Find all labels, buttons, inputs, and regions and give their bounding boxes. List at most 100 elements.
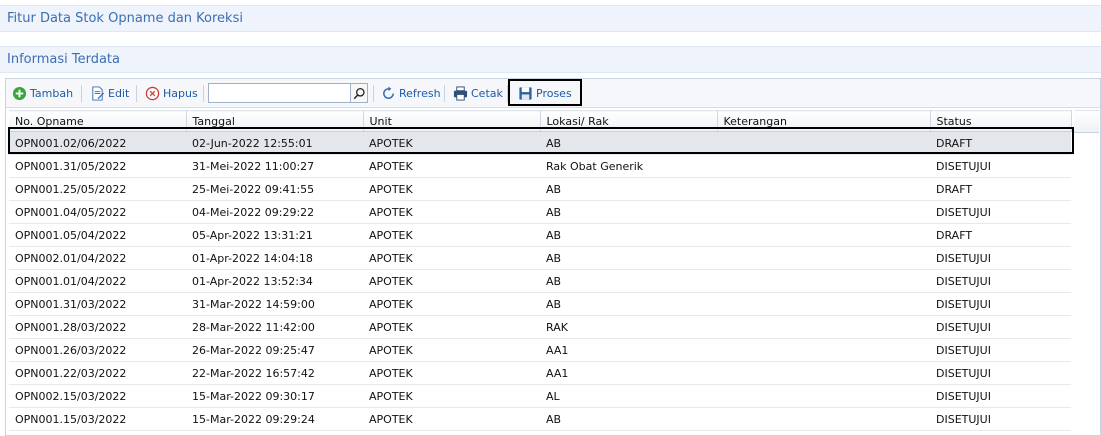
search-input[interactable] — [208, 83, 351, 103]
table-cell: 22-Mar-2022 16:57:42 — [186, 361, 363, 385]
table-cell: AL — [540, 384, 717, 408]
table-cell: AB — [540, 223, 717, 247]
table-cell: APOTEK — [363, 246, 540, 270]
table-cell: DISETUJUI — [930, 246, 1071, 270]
table-row[interactable]: OPN001.31/03/2022 31-Mar-2022 14:59:00 APO… — [9, 292, 1071, 316]
table-cell: DISETUJUI — [930, 269, 1071, 293]
table-row[interactable]: OPN001.02/06/2022 02-Jun-2022 12:55:01 APO… — [9, 131, 1071, 155]
page-title: Fitur Data Stok Opname dan Koreksi — [0, 5, 1101, 32]
table-cell: AB — [540, 200, 717, 224]
table-row[interactable]: OPN001.26/03/2022 26-Mar-2022 09:25:47 APO… — [9, 338, 1071, 362]
table-cell: 31-Mar-2022 14:59:00 — [186, 292, 363, 316]
search-icon — [353, 87, 365, 99]
table-cell: DISETUJUI — [930, 315, 1071, 339]
table-row[interactable]: OPN001.04/05/2022 04-Mei-2022 09:29:22 APO… — [9, 200, 1071, 224]
add-icon — [12, 86, 27, 101]
toolbar: Tambah Edit Hapus Refresh Cetak Proses — [6, 79, 1100, 108]
table-cell: OPN001.02/06/2022 — [9, 131, 186, 155]
refresh-label: Refresh — [399, 87, 441, 100]
table-cell: APOTEK — [363, 292, 540, 316]
table-cell: DISETUJUI — [930, 200, 1071, 224]
table-cell: DISETUJUI — [930, 407, 1071, 431]
table-cell: OPN001.22/03/2022 — [9, 361, 186, 385]
table-cell: APOTEK — [363, 177, 540, 201]
table-cell: OPN002.15/03/2022 — [9, 384, 186, 408]
table-row[interactable]: OPN002.01/04/2022 01-Apr-2022 14:04:18 APO… — [9, 246, 1071, 270]
edit-button[interactable]: Edit — [90, 83, 129, 104]
table-cell: OPN001.15/03/2022 — [9, 407, 186, 431]
table-cell — [717, 131, 930, 155]
table-cell: DISETUJUI — [930, 292, 1071, 316]
table-cell: OPN001.31/03/2022 — [9, 292, 186, 316]
printer-icon — [453, 86, 468, 101]
table-cell: 15-Mar-2022 09:30:17 — [186, 384, 363, 408]
tambah-button[interactable]: Tambah — [12, 83, 73, 104]
table-cell — [717, 269, 930, 293]
column-header[interactable]: No. Opname — [9, 110, 187, 132]
table-header-row: No. Opname Tanggal Unit Lokasi/ Rak Kete… — [9, 110, 1072, 132]
table-cell: 05-Apr-2022 13:31:21 — [186, 223, 363, 247]
table-cell: APOTEK — [363, 361, 540, 385]
hapus-label: Hapus — [163, 87, 198, 100]
proses-label: Proses — [536, 87, 572, 100]
data-table: No. Opname Tanggal Unit Lokasi/ Rak Kete… — [9, 110, 1072, 431]
table-row[interactable]: OPN001.22/03/2022 22-Mar-2022 16:57:42 APO… — [9, 361, 1071, 385]
column-header[interactable]: Tanggal — [186, 110, 364, 132]
table-cell: 28-Mar-2022 11:42:00 — [186, 315, 363, 339]
table-row[interactable]: OPN001.15/03/2022 15-Mar-2022 09:29:24 APO… — [9, 407, 1071, 431]
table-cell: AA1 — [540, 361, 717, 385]
search-button[interactable] — [350, 83, 368, 103]
table-cell: AA1 — [540, 338, 717, 362]
table-cell: 15-Mar-2022 09:29:24 — [186, 407, 363, 431]
table-cell — [717, 177, 930, 201]
table-cell: 25-Mei-2022 09:41:55 — [186, 177, 363, 201]
table-cell — [717, 407, 930, 431]
table-row[interactable]: OPN001.31/05/2022 31-Mei-2022 11:00:27 APO… — [9, 154, 1071, 178]
toolbar-divider — [81, 85, 82, 102]
refresh-icon — [383, 86, 394, 99]
column-header[interactable]: Keterangan — [717, 110, 931, 132]
table-cell: OPN001.01/04/2022 — [9, 269, 186, 293]
table-cell: APOTEK — [363, 223, 540, 247]
refresh-button[interactable]: Refresh — [381, 83, 441, 104]
table-cell: APOTEK — [363, 154, 540, 178]
table-cell — [717, 384, 930, 408]
table-cell — [717, 154, 930, 178]
cetak-label: Cetak — [471, 87, 503, 100]
table-cell: 31-Mei-2022 11:00:27 — [186, 154, 363, 178]
table-cell: OPN001.04/05/2022 — [9, 200, 186, 224]
table-cell — [717, 361, 930, 385]
table-cell: OPN001.25/05/2022 — [9, 177, 186, 201]
table-cell: AB — [540, 177, 717, 201]
table-cell: APOTEK — [363, 200, 540, 224]
cetak-button[interactable]: Cetak — [453, 83, 503, 104]
grid-header-filler — [1074, 110, 1099, 133]
column-header[interactable]: Lokasi/ Rak — [540, 110, 718, 132]
edit-label: Edit — [108, 87, 130, 100]
table-cell — [717, 315, 930, 339]
table-cell: OPN002.01/04/2022 — [9, 246, 186, 270]
table-cell — [717, 223, 930, 247]
column-header[interactable]: Status — [930, 110, 1072, 132]
table-cell: DRAFT — [930, 177, 1071, 201]
table-row[interactable]: OPN001.05/04/2022 05-Apr-2022 13:31:21 APO… — [9, 223, 1071, 247]
table-row[interactable]: OPN001.01/04/2022 01-Apr-2022 13:52:34 APO… — [9, 269, 1071, 293]
table-cell: DISETUJUI — [930, 338, 1071, 362]
table-cell: APOTEK — [363, 338, 540, 362]
table-cell: DRAFT — [930, 223, 1071, 247]
hapus-button[interactable]: Hapus — [145, 83, 198, 104]
table-row[interactable]: OPN001.28/03/2022 28-Mar-2022 11:42:00 APO… — [9, 315, 1071, 339]
toolbar-divider — [373, 85, 374, 102]
table-row[interactable]: OPN001.25/05/2022 25-Mei-2022 09:41:55 APO… — [9, 177, 1071, 201]
table-cell: OPN001.31/05/2022 — [9, 154, 186, 178]
table-cell: AB — [540, 407, 717, 431]
proses-button[interactable]: Proses — [518, 83, 572, 104]
table-row[interactable]: OPN002.15/03/2022 15-Mar-2022 09:30:17 APO… — [9, 384, 1071, 408]
delete-icon — [145, 86, 160, 101]
table-cell: 01-Apr-2022 14:04:18 — [186, 246, 363, 270]
column-header[interactable]: Unit — [363, 110, 541, 132]
toolbar-divider — [444, 85, 445, 102]
table-cell: APOTEK — [363, 269, 540, 293]
toolbar-divider — [203, 85, 204, 102]
table-cell: APOTEK — [363, 407, 540, 431]
